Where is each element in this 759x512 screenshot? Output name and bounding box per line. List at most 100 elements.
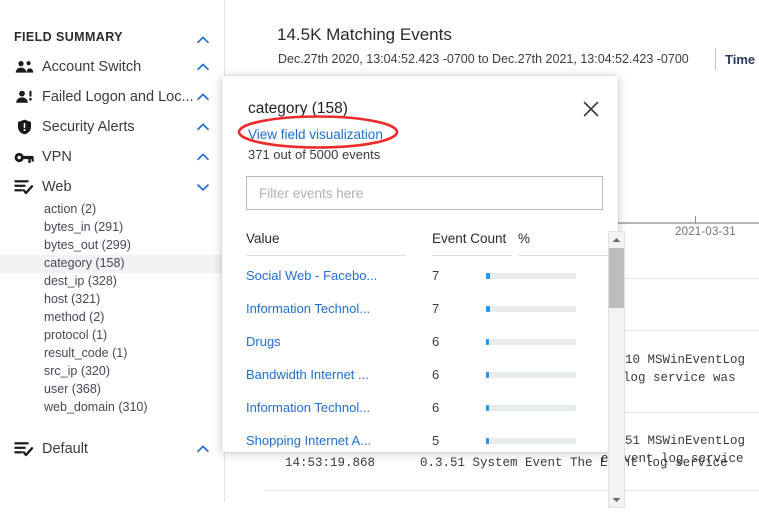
field-value-link[interactable]: Drugs [246, 334, 281, 349]
field-item-host[interactable]: host (321) [0, 291, 224, 309]
scroll-down-arrow-icon[interactable] [611, 494, 622, 505]
field-item-label: method (2) [44, 310, 105, 324]
chevron-up-icon-security-alerts[interactable] [196, 120, 210, 134]
users-icon [14, 57, 34, 77]
percent-bar-fill [486, 339, 489, 345]
percent-bar [486, 372, 576, 378]
percent-bar-fill [486, 372, 489, 378]
field-item-label: user (368) [44, 382, 101, 396]
modal-scrollbar-thumb[interactable] [609, 248, 624, 308]
values-table-header: Value Event Count % [246, 231, 608, 257]
field-summary-header: FIELD SUMMARY [14, 30, 123, 44]
filter-input[interactable] [246, 176, 603, 210]
field-item-label: dest_ip (328) [44, 274, 117, 288]
column-header-time: Time [725, 52, 756, 67]
field-item-src-ip[interactable]: src_ip (320) [0, 363, 224, 381]
key-icon [14, 147, 34, 167]
header-divider [715, 48, 716, 70]
field-item-label: protocol (1) [44, 328, 108, 342]
header-rule [246, 255, 406, 256]
chevron-up-icon-default[interactable] [196, 442, 210, 456]
field-item-protocol[interactable]: protocol (1) [0, 327, 224, 345]
table-row[interactable]: Shopping Internet A... 5 [246, 433, 603, 464]
view-field-visualization-link[interactable]: View field visualization [248, 127, 383, 142]
scroll-up-arrow-icon[interactable] [611, 235, 622, 246]
chevron-up-icon-vpn[interactable] [196, 150, 210, 164]
field-value-link[interactable]: Bandwidth Internet ... [246, 367, 369, 382]
field-item-action[interactable]: action (2) [0, 201, 224, 219]
column-header-value: Value [246, 231, 280, 246]
field-item-label: src_ip (320) [44, 364, 110, 378]
event-log-text: 3.51 MSWinEventLog [610, 434, 746, 448]
sidebar-item-failed-logon[interactable]: Failed Logon and Loc... [0, 82, 224, 112]
header-rule [518, 255, 608, 256]
percent-bar [486, 339, 576, 345]
percent-bar-fill [486, 306, 490, 312]
sidebar-item-security-alerts[interactable]: Security Alerts [0, 112, 224, 142]
field-item-bytes-out[interactable]: bytes_out (299) [0, 237, 224, 255]
timeline-tick [695, 216, 696, 223]
percent-bar-fill [486, 273, 490, 279]
event-log-text: t log service was [608, 371, 736, 385]
field-value-link[interactable]: Information Technol... [246, 301, 370, 316]
column-header-event-count: Event Count [432, 231, 507, 246]
field-detail-modal: category (158) View field visualization … [222, 76, 625, 512]
event-count-cell: 6 [432, 367, 440, 382]
chevron-down-icon-web[interactable] [196, 180, 210, 194]
field-summary-sidebar: FIELD SUMMARY Account Switch Failed Logo… [0, 0, 233, 502]
sidebar-item-label: Web [42, 179, 72, 195]
field-item-user[interactable]: user (368) [0, 381, 224, 399]
percent-bar-fill [486, 405, 489, 411]
events-count-label: 371 out of 5000 events [248, 147, 381, 162]
field-item-dest-ip[interactable]: dest_ip (328) [0, 273, 224, 291]
event-log-text: 2.10 MSWinEventLog [610, 353, 746, 367]
percent-bar [486, 273, 576, 279]
field-item-label: action (2) [44, 202, 97, 216]
chevron-up-icon-account-switch[interactable] [196, 60, 210, 74]
field-value-link[interactable]: Shopping Internet A... [246, 433, 371, 448]
user-alert-icon [14, 87, 34, 107]
field-item-label: category (158) [44, 256, 125, 270]
header-rule [432, 255, 512, 256]
sidebar-item-label: Default [42, 441, 88, 457]
list-check-icon [14, 439, 34, 459]
field-value-link[interactable]: Social Web - Facebo... [246, 268, 377, 283]
close-icon[interactable] [580, 98, 602, 120]
shield-icon [14, 117, 34, 137]
percent-bar-fill [486, 438, 489, 444]
sidebar-item-label: Security Alerts [42, 119, 135, 135]
page-title: 14.5K Matching Events [277, 25, 452, 44]
field-item-bytes-in[interactable]: bytes_in (291) [0, 219, 224, 237]
table-row[interactable]: Social Web - Facebo... 7 [246, 268, 603, 299]
field-item-web-domain[interactable]: web_domain (310) [0, 399, 224, 417]
sidebar-item-default[interactable]: Default [0, 434, 224, 464]
percent-bar [486, 306, 576, 312]
sidebar-item-account-switch[interactable]: Account Switch [0, 52, 224, 82]
field-item-label: web_domain (310) [44, 400, 148, 414]
field-item-result-code[interactable]: result_code (1) [0, 345, 224, 363]
field-item-label: bytes_in (291) [44, 220, 124, 234]
modal-title: category (158) [248, 100, 348, 117]
table-row[interactable]: Drugs 6 [246, 334, 603, 365]
field-item-method[interactable]: method (2) [0, 309, 224, 327]
sidebar-item-vpn[interactable]: VPN [0, 142, 224, 172]
column-header-percent: % [518, 231, 531, 246]
sidebar-item-label: VPN [42, 149, 72, 165]
table-row[interactable]: Bandwidth Internet ... 6 [246, 367, 603, 398]
event-count-cell: 6 [432, 334, 440, 349]
percent-bar [486, 405, 576, 411]
sidebar-item-web[interactable]: Web [0, 172, 224, 202]
field-item-label: bytes_out (299) [44, 238, 131, 252]
sidebar-item-label: Account Switch [42, 59, 142, 75]
table-row[interactable]: Information Technol... 7 [246, 301, 603, 332]
chevron-up-icon-failed-logon[interactable] [196, 90, 210, 104]
chevron-up-icon-field-summary[interactable] [196, 33, 210, 47]
field-value-link[interactable]: Information Technol... [246, 400, 370, 415]
field-item-label: result_code (1) [44, 346, 128, 360]
field-item-category[interactable]: category (158) [0, 255, 233, 273]
percent-bar [486, 438, 576, 444]
event-count-cell: 7 [432, 268, 440, 283]
event-count-cell: 5 [432, 433, 440, 448]
table-row[interactable]: Information Technol... 6 [246, 400, 603, 431]
list-check-icon [14, 177, 34, 197]
